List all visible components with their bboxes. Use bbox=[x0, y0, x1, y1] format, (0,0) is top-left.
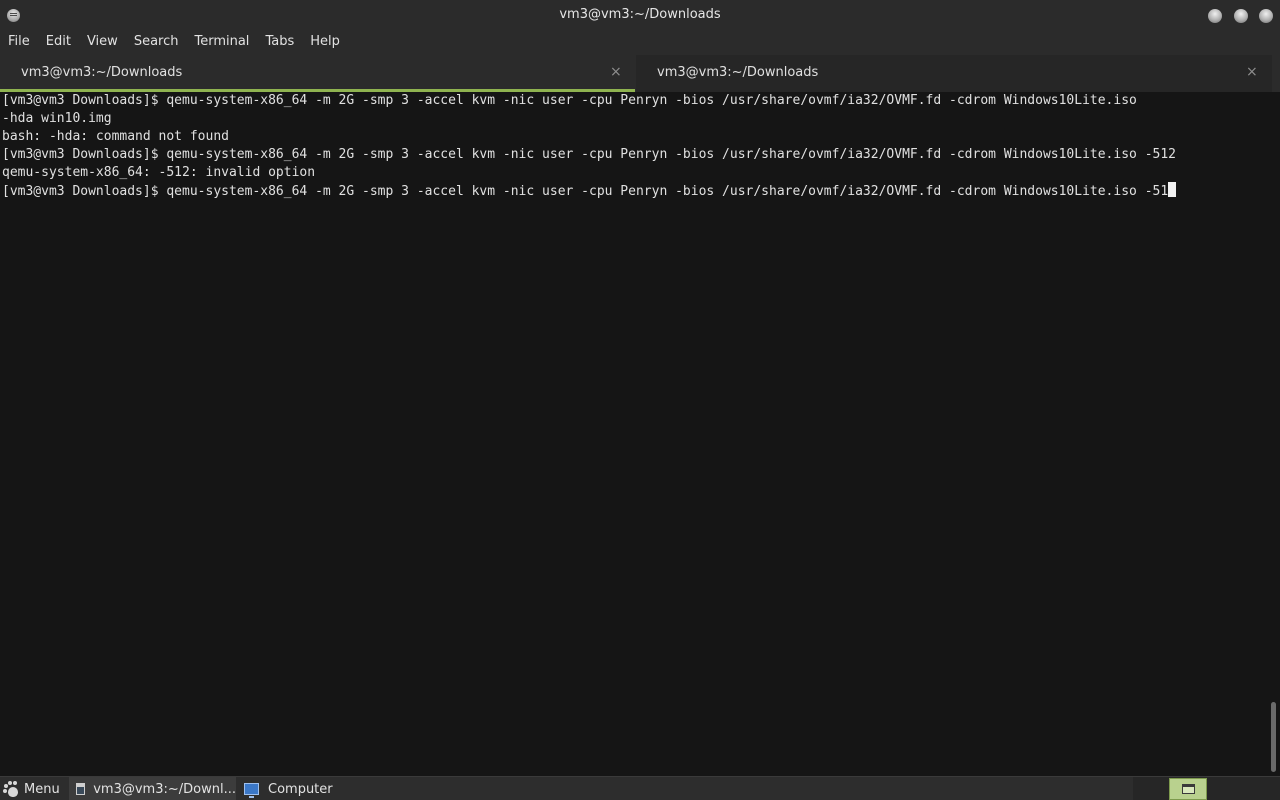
tab-label: vm3@vm3:~/Downloads bbox=[657, 65, 819, 80]
taskbar-item-computer[interactable]: Computer bbox=[242, 777, 333, 800]
text-cursor bbox=[1168, 182, 1177, 197]
taskbar-item-label: Computer bbox=[268, 781, 333, 797]
menu-view[interactable]: View bbox=[87, 30, 118, 55]
terminal-line: bash: -hda: command not found bbox=[2, 129, 229, 144]
close-tab-icon[interactable]: × bbox=[1246, 64, 1258, 80]
minimize-icon[interactable] bbox=[1208, 9, 1222, 23]
tab-2[interactable]: vm3@vm3:~/Downloads × bbox=[636, 55, 1272, 92]
tab-bar: vm3@vm3:~/Downloads × vm3@vm3:~/Download… bbox=[0, 55, 1280, 92]
title-bar: vm3@vm3:~/Downloads bbox=[0, 0, 1280, 30]
terminal-line: [vm3@vm3 Downloads]$ qemu-system-x86_64 … bbox=[2, 147, 1176, 162]
menu-help[interactable]: Help bbox=[310, 30, 340, 55]
bottom-panel: Menu vm3@vm3:~/Downl... Computer bbox=[0, 776, 1280, 800]
close-tab-icon[interactable]: × bbox=[610, 64, 622, 80]
tab-label: vm3@vm3:~/Downloads bbox=[21, 65, 183, 80]
terminal-line: [vm3@vm3 Downloads]$ qemu-system-x86_64 … bbox=[2, 93, 1137, 108]
window-title: vm3@vm3:~/Downloads bbox=[559, 7, 721, 22]
terminal-line: qemu-system-x86_64: -512: invalid option bbox=[2, 165, 316, 180]
terminal-icon bbox=[76, 783, 86, 795]
scrollbar[interactable] bbox=[1268, 92, 1280, 775]
menu-button[interactable]: Menu bbox=[0, 777, 60, 800]
menu-terminal[interactable]: Terminal bbox=[194, 30, 249, 55]
current-command: [vm3@vm3 Downloads]$ qemu-system-x86_64 … bbox=[2, 184, 1169, 199]
terminal-output[interactable]: [vm3@vm3 Downloads]$ qemu-system-x86_64 … bbox=[0, 92, 1268, 775]
workspace-window-icon bbox=[1182, 784, 1195, 794]
menu-search[interactable]: Search bbox=[134, 30, 179, 55]
menu-tabs[interactable]: Tabs bbox=[265, 30, 294, 55]
menu-bar: File Edit View Search Terminal Tabs Help bbox=[0, 30, 1280, 55]
computer-icon bbox=[244, 783, 259, 798]
menu-file[interactable]: File bbox=[8, 30, 30, 55]
workspace-1[interactable] bbox=[1169, 778, 1207, 800]
terminal-line: -hda win10.img bbox=[2, 111, 112, 126]
gnome-foot-icon bbox=[3, 781, 19, 797]
scrollbar-thumb[interactable] bbox=[1271, 702, 1276, 772]
terminal-prompt-line[interactable]: [vm3@vm3 Downloads]$ qemu-system-x86_64 … bbox=[2, 182, 1268, 200]
close-icon[interactable] bbox=[1259, 9, 1273, 23]
tab-1[interactable]: vm3@vm3:~/Downloads × bbox=[0, 55, 635, 92]
menu-button-label: Menu bbox=[24, 781, 60, 797]
menu-edit[interactable]: Edit bbox=[46, 30, 71, 55]
maximize-icon[interactable] bbox=[1234, 9, 1248, 23]
taskbar-item-label: vm3@vm3:~/Downl... bbox=[93, 781, 236, 797]
workspace-switcher bbox=[1133, 777, 1280, 800]
taskbar-item-terminal[interactable]: vm3@vm3:~/Downl... bbox=[69, 777, 236, 800]
